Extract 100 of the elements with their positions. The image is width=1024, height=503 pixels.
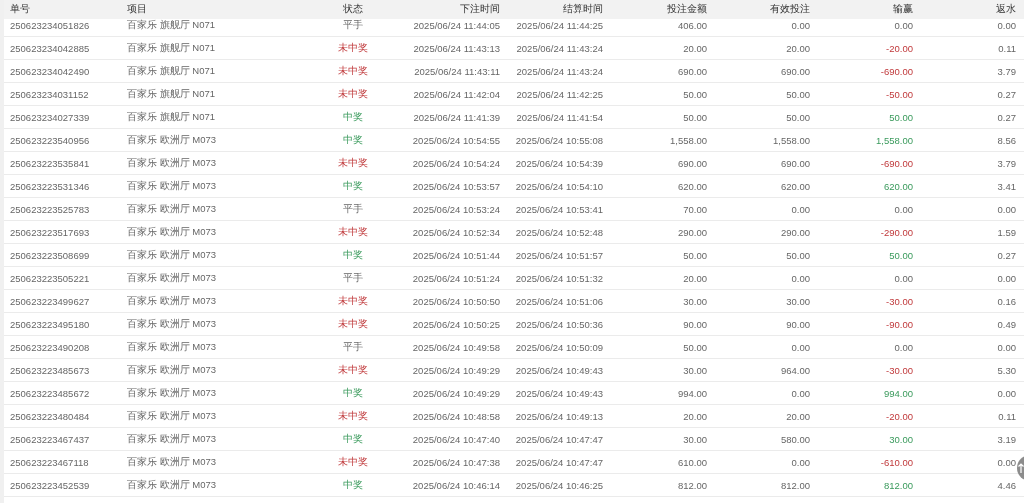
table-cell-text: 1.59: [996, 226, 1016, 238]
table-cell-text: -30.00: [885, 364, 913, 376]
table-cell-text: 2025/06/24 10:49:29: [411, 387, 500, 399]
status-text: 中奖: [342, 248, 364, 262]
table-cell-text: 百家乐 欧洲厅 M073: [127, 156, 218, 170]
table-cell-text: -690.00: [879, 65, 913, 77]
table-cell-text: 290.00: [676, 226, 707, 238]
table-cell-text: 250623223467437: [10, 433, 91, 445]
table-cell-text: 0.27: [996, 88, 1016, 100]
table-cell-text: 30.00: [682, 433, 707, 445]
table-cell-text: 250623223485673: [10, 364, 91, 376]
table-cell-text: 250623223535841: [10, 157, 91, 169]
table-cell-text: 50.00: [682, 249, 707, 261]
table-cell-text: 3.19: [996, 433, 1016, 445]
table-cell-text: 百家乐 旗舰厅 N071: [127, 87, 216, 101]
table-cell-text: 90.00: [785, 318, 810, 330]
table-cell-text: 964.00: [779, 364, 810, 376]
table-cell-text: 50.00: [888, 111, 913, 123]
table-cell-text: 250623223480484: [10, 410, 91, 422]
table-cell-text: 2025/06/24 11:42:04: [412, 88, 500, 100]
table-cell-text: 2025/06/24 10:49:13: [514, 410, 603, 422]
status-text: 中奖: [342, 110, 364, 124]
table-cell-text: 2025/06/24 11:43:13: [412, 42, 500, 54]
table-cell-text: 百家乐 欧洲厅 M073: [127, 455, 218, 469]
table-cell-text: 2025/06/24 10:50:36: [514, 318, 603, 330]
status-text: 未中奖: [337, 64, 369, 78]
table-cell-text: 50.00: [682, 341, 707, 353]
table-cell-text: 2025/06/24 10:47:40: [411, 433, 500, 445]
table-cell-text: 50.00: [682, 88, 707, 100]
table-cell-text: 0.00: [790, 341, 810, 353]
table-cell-text: 250623223499627: [10, 295, 91, 307]
table-cell-text: 2025/06/24 10:52:48: [514, 226, 603, 238]
table-cell-text: 30.00: [888, 433, 913, 445]
table-cell-text: 2025/06/24 10:51:32: [514, 272, 603, 284]
table-cell-text: 2025/06/24 10:49:43: [514, 364, 603, 376]
status-text: 未中奖: [337, 409, 369, 423]
column-header: 输赢: [892, 3, 913, 16]
table-cell-text: 250623223531346: [10, 180, 91, 192]
table-cell-text: 250623234042490: [10, 65, 91, 77]
table-cell-text: 0.00: [996, 203, 1016, 215]
table-cell-text: 20.00: [682, 410, 707, 422]
status-text: 未中奖: [337, 294, 369, 308]
table-cell-text: 0.00: [790, 203, 810, 215]
table-cell-text: 0.27: [996, 111, 1016, 123]
table-cell-text: 250623234027339: [10, 111, 91, 123]
status-text: 中奖: [342, 432, 364, 446]
table-cell-text: 3.41: [996, 180, 1016, 192]
status-text: 未中奖: [337, 317, 369, 331]
table-cell-text: -50.00: [885, 88, 913, 100]
table-cell-text: 2025/06/24 10:47:38: [411, 456, 500, 468]
table-cell-text: 250623223505221: [10, 272, 91, 284]
table-cell-text: 2025/06/24 10:54:55: [411, 134, 500, 146]
status-text: 中奖: [342, 133, 364, 147]
table-cell-text: 0.16: [996, 295, 1016, 307]
table-cell-text: 百家乐 欧洲厅 M073: [127, 202, 218, 216]
table-cell-text: 406.00: [676, 19, 707, 31]
table-cell-text: 2025/06/24 11:41:39: [412, 111, 500, 123]
table-cell-text: 2025/06/24 10:51:06: [514, 295, 603, 307]
status-text: 未中奖: [337, 87, 369, 101]
table-cell-text: 580.00: [779, 433, 810, 445]
table-cell-text: 百家乐 欧洲厅 M073: [127, 432, 218, 446]
table-cell-text: 30.00: [682, 364, 707, 376]
table-cell-text: -290.00: [879, 226, 913, 238]
table-cell-text: 250623223485672: [10, 387, 91, 399]
status-text: 未中奖: [337, 225, 369, 239]
table-cell-text: 994.00: [676, 387, 707, 399]
table-cell-text: 0.00: [996, 19, 1016, 31]
column-header: 返水: [995, 3, 1016, 16]
table-cell-text: 2025/06/24 10:53:57: [411, 180, 500, 192]
table-cell-text: 2025/06/24 11:41:54: [515, 111, 603, 123]
table-cell-text: 百家乐 欧洲厅 M073: [127, 271, 218, 285]
table-cell-text: 0.00: [996, 456, 1016, 468]
table-cell-text: 2025/06/24 10:47:47: [514, 433, 603, 445]
table-cell-text: 1,558.00: [772, 134, 810, 146]
status-text: 中奖: [342, 478, 364, 492]
table-cell-text: 1,558.00: [875, 134, 913, 146]
table-cell-text: 5.30: [996, 364, 1016, 376]
table-cell-text: 0.11: [997, 42, 1016, 54]
table-cell-text: 610.00: [676, 456, 707, 468]
table-cell-text: 2025/06/24 10:53:24: [411, 203, 500, 215]
table-cell-text: 50.00: [888, 249, 913, 261]
table-cell-text: 1,558.00: [669, 134, 707, 146]
status-text: 平手: [342, 271, 364, 285]
table-cell-text: 2025/06/24 10:51:57: [514, 249, 603, 261]
table-cell-text: 百家乐 欧洲厅 M073: [127, 133, 218, 147]
table-cell-text: 20.00: [785, 42, 810, 54]
table-cell-text: 250623223525783: [10, 203, 91, 215]
table-cell-text: 2025/06/24 10:50:50: [411, 295, 500, 307]
table-cell-text: 30.00: [682, 295, 707, 307]
table-cell-text: -690.00: [879, 157, 913, 169]
table-cell-text: 百家乐 欧洲厅 M073: [127, 478, 218, 492]
table-cell-text: 50.00: [785, 88, 810, 100]
table-cell-text: 0.00: [996, 341, 1016, 353]
table-cell-text: -20.00: [885, 410, 913, 422]
status-text: 平手: [342, 18, 364, 32]
table-cell-text: 620.00: [676, 180, 707, 192]
column-header: 结算时间: [562, 3, 603, 16]
table-cell-text: 250623223467118: [10, 456, 90, 468]
table-cell-text: 0.00: [893, 272, 913, 284]
table-cell-text: 百家乐 欧洲厅 M073: [127, 225, 218, 239]
